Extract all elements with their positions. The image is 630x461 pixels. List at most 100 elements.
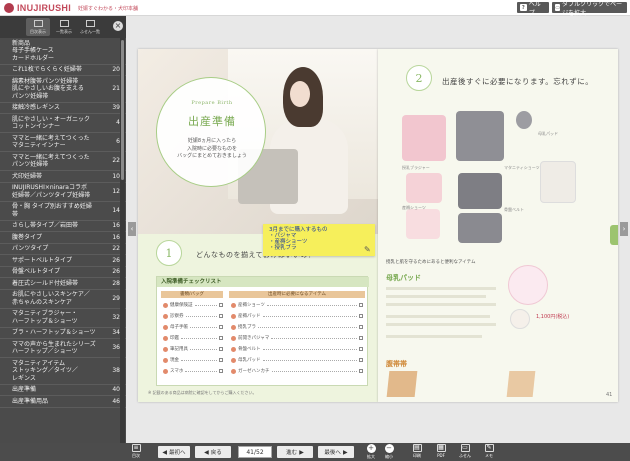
next-page-arrow-icon[interactable]: › — [620, 222, 628, 236]
toc-item[interactable]: 新商品 母子手帳ケース カードホルダー — [0, 38, 126, 65]
toc-item[interactable]: 肌にやさしい・オーガニック コットンインナー 4 — [0, 114, 126, 133]
checkbox[interactable] — [219, 303, 223, 307]
checkbox[interactable] — [219, 358, 223, 362]
next-page-label: 進む — [286, 450, 298, 456]
toc-item-label: 腹巻タイプ — [12, 233, 43, 241]
toc-item-page: 29 — [112, 294, 120, 302]
tab-toc[interactable]: 目次表示 — [26, 18, 50, 36]
bullet-icon — [163, 357, 168, 363]
checkbox[interactable] — [359, 325, 363, 329]
pdf-label: PDF — [437, 453, 445, 458]
toc-item-page: 36 — [112, 344, 120, 352]
checkbox[interactable] — [359, 336, 363, 340]
info-line — [386, 315, 490, 318]
checklist-item-label: 診察券 — [170, 314, 184, 319]
info-line — [386, 303, 496, 306]
recommended-subtitle: 母乳パッド — [386, 274, 421, 282]
toc-item[interactable]: 綿素材腹帯パンツ妊婦帯 肌にやさしいお腹を支える パンツ妊婦帯 21 — [0, 76, 126, 103]
toc-item[interactable]: 骨・胸 タイプ別おすすめ妊婦 帯 14 — [0, 202, 126, 221]
toc-item-label: 骨・胸 タイプ別おすすめ妊婦 帯 — [12, 203, 92, 218]
toc-item[interactable]: 犬印妊婦帯 10 — [0, 171, 126, 183]
last-page-button[interactable]: 最後へ ▶ — [318, 446, 354, 458]
toc-item-page: 16 — [112, 233, 120, 241]
toc-item[interactable]: サポートベルトタイプ 26 — [0, 255, 126, 267]
toc-item[interactable]: ママと一緒に考えてつくった マタニティインナー 6 — [0, 133, 126, 152]
sticky-button[interactable]: ▭ ふせん — [456, 444, 474, 460]
checkbox[interactable] — [219, 347, 223, 351]
sticky-note[interactable]: 3月までに購入するもの ・パジャマ ・産褥ショーツ ・授乳ブラ ✎ — [263, 224, 375, 256]
toc-item[interactable]: お肌にやさしいスキンケア／ 赤ちゃんのスキンケア 29 — [0, 290, 126, 309]
help-button[interactable]: ? ヘルプ — [517, 1, 549, 17]
bullet-icon — [231, 357, 236, 363]
prev-page-icon: ◀ — [204, 448, 209, 456]
zoom-in-button[interactable]: + 拡大 — [362, 444, 380, 460]
close-sidebar-icon[interactable]: × — [113, 21, 123, 31]
right-page[interactable]: 2 出産後すぐに必要になります。忘れずに。 授乳ブラジャー マタニティショーツ … — [378, 49, 618, 402]
toc-item-page: 21 — [112, 85, 120, 92]
checkbox[interactable] — [219, 314, 223, 318]
toc-item[interactable]: さらし帯タイプ／岩田帯 16 — [0, 221, 126, 232]
logo-subtitle: 妊娠すぐわかる・犬印本舗 — [78, 5, 139, 12]
double-click-zoom-button[interactable]: ▭ ダブルクリックでページを拡大 — [552, 1, 627, 17]
checkbox[interactable] — [359, 358, 363, 362]
sidebar-scrollbar[interactable] — [120, 38, 125, 443]
next-page-button[interactable]: 進む ▶ — [277, 446, 313, 458]
dotted-leader — [181, 359, 217, 361]
checkbox[interactable] — [359, 314, 363, 318]
toc-item[interactable]: 出産準備 40 — [0, 385, 126, 396]
tab-thumbnails-label: 一覧表示 — [56, 28, 72, 34]
product-label: 母乳パッド — [538, 131, 558, 136]
nursing-pad-small-image — [510, 309, 530, 329]
toc-item[interactable]: これ1枚でらくらく妊婦帯 20 — [0, 65, 126, 76]
help-label: ヘルプ — [528, 0, 541, 17]
checkbox[interactable] — [219, 369, 223, 373]
first-page-button[interactable]: ◀ 最初へ — [158, 446, 190, 458]
left-page[interactable]: Prepare Birth 出産準備 妊娠8ヵ月に入ったら 入院時に必要なものを… — [138, 49, 378, 402]
toc-item-page: 12 — [112, 187, 120, 195]
checkbox[interactable] — [359, 347, 363, 351]
bullet-icon — [231, 302, 236, 308]
prev-page-button[interactable]: ◀ 戻る — [195, 446, 231, 458]
product-shorts-pink — [406, 173, 442, 203]
toc-item[interactable]: 着圧式シールド付妊婦帯 28 — [0, 278, 126, 290]
tab-thumbnails[interactable]: 一覧表示 — [52, 18, 76, 36]
toc-item[interactable]: 腹巻タイプ 16 — [0, 232, 126, 244]
checklist-row: 母乳パッド — [231, 356, 363, 364]
memo-button[interactable]: ✎ メモ — [480, 444, 498, 460]
toc-item[interactable]: パンツタイプ 22 — [0, 244, 126, 255]
print-button[interactable]: ▤ 印刷 — [408, 444, 426, 460]
bullet-icon — [231, 313, 236, 319]
sidebar-scroll-thumb[interactable] — [121, 40, 124, 180]
info-line — [386, 287, 496, 290]
checkbox[interactable] — [359, 303, 363, 307]
zoom-out-button[interactable]: − 縮小 — [380, 444, 398, 460]
checkbox[interactable] — [219, 325, 223, 329]
toc-item[interactable]: マタニティアイテム ストッキング／タイツ／ レギンス 38 — [0, 358, 126, 385]
checklist-row: 現金 — [163, 356, 223, 364]
bullet-icon — [163, 335, 168, 341]
toc-item[interactable]: ママの声から生まれたシリーズ ハーフトップ／ショーツ 36 — [0, 339, 126, 358]
page-number-input[interactable] — [238, 446, 272, 458]
index-tab[interactable] — [610, 225, 618, 245]
brand-logo[interactable]: INUJIRUSHI 妊娠すぐわかる・犬印本舗 — [4, 2, 138, 14]
toc-item[interactable]: ブラ・ハーフトップ＆ショーツ 34 — [0, 328, 126, 339]
toc-item-label: マタニティブラジャー・ ハーフトップ＆ショーツ — [12, 310, 78, 325]
toc-item[interactable]: ママと一緒に考えてつくった パンツ妊婦帯 22 — [0, 152, 126, 171]
pdf-button[interactable]: ▦ PDF — [432, 444, 450, 460]
checkbox[interactable] — [359, 369, 363, 373]
product-label: 骨盤ベルト — [504, 207, 524, 212]
checkbox[interactable] — [219, 336, 223, 340]
pencil-icon[interactable]: ✎ — [364, 246, 372, 254]
prev-page-arrow-icon[interactable]: ‹ — [128, 222, 136, 236]
toc-item[interactable]: 接触冷感レギンス 39 — [0, 103, 126, 114]
info-line — [386, 335, 482, 338]
toc-item[interactable]: INUJIRUSHI×ninaraコラボ 妊婦帯／パンツタイプ妊婦帯 12 — [0, 183, 126, 202]
tab-sticky-list[interactable]: ふせん一覧 — [78, 18, 102, 36]
toc-icon: ≡ — [131, 444, 141, 452]
toc-toggle-button[interactable]: ≡ 目次 — [128, 444, 144, 460]
toc-item[interactable]: 骨盤ベルトタイプ 26 — [0, 267, 126, 278]
toc-item-page: 34 — [112, 329, 120, 336]
double-click-label: ダブルクリックでページを拡大 — [562, 0, 623, 17]
toc-item[interactable]: マタニティブラジャー・ ハーフトップ＆ショーツ 32 — [0, 309, 126, 328]
toc-item[interactable]: 出産準備用品 46 — [0, 396, 126, 408]
